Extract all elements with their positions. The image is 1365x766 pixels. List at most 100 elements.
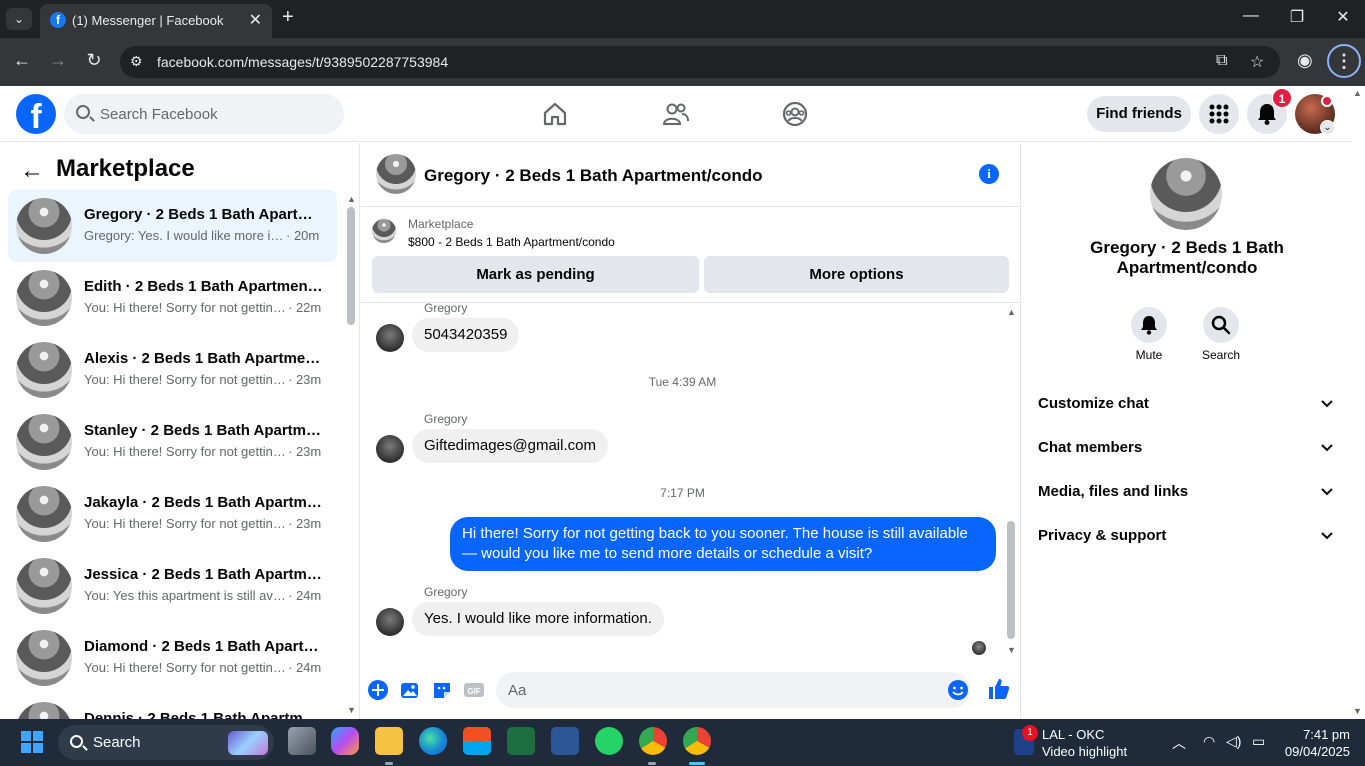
sender-name: Gregory: [424, 412, 468, 426]
listing-thumbnail: [372, 219, 396, 243]
home-icon[interactable]: [541, 100, 569, 128]
tab-close-icon[interactable]: ✕: [249, 10, 262, 30]
chrome-icon[interactable]: [639, 727, 667, 755]
clock-date[interactable]: 09/04/2025: [1280, 744, 1350, 759]
thumbs-up-icon[interactable]: [987, 677, 1011, 701]
listing-thumbnail: [16, 342, 72, 398]
facebook-search-input[interactable]: [100, 94, 330, 134]
scroll-up-icon[interactable]: ▲: [347, 194, 356, 204]
gif-icon[interactable]: GIF: [463, 679, 485, 701]
photo-icon[interactable]: [399, 679, 421, 701]
chat-list-item[interactable]: Gregory · 2 Beds 1 Bath Apartment/condo …: [8, 190, 337, 262]
bookmark-star-icon[interactable]: ☆: [1250, 52, 1264, 72]
facebook-search-box[interactable]: [64, 94, 344, 134]
chat-preview: You: Hi there! Sorry for not getting bac…: [84, 660, 286, 675]
section-label: Customize chat: [1038, 395, 1149, 412]
mute-button[interactable]: [1131, 307, 1167, 343]
browser-tab[interactable]: f (1) Messenger | Facebook ✕: [40, 4, 272, 38]
excel-icon[interactable]: [507, 727, 535, 755]
window-close-icon[interactable]: ✕: [1331, 7, 1355, 27]
taskbar-search[interactable]: Search: [58, 725, 274, 760]
page-scroll-down-icon[interactable]: ▼: [1353, 706, 1362, 716]
clock-time[interactable]: 7:41 pm: [1290, 727, 1350, 742]
chrome-profile-icon[interactable]: [683, 727, 711, 755]
sender-name: Gregory: [424, 301, 468, 315]
volume-icon[interactable]: ◁): [1226, 733, 1241, 750]
task-view-icon[interactable]: [288, 727, 316, 755]
incoming-message[interactable]: Giftedimages@gmail.com: [412, 429, 608, 463]
news-title[interactable]: LAL - OKC: [1042, 727, 1104, 742]
scroll-up-icon[interactable]: ▲: [1007, 307, 1016, 317]
emoji-icon[interactable]: [947, 679, 969, 701]
edge-icon[interactable]: [419, 727, 447, 755]
chevron-down-icon[interactable]: ⌄: [1320, 120, 1335, 135]
tab-search-button[interactable]: ⌄: [6, 8, 32, 30]
sticker-icon[interactable]: [431, 679, 453, 701]
word-icon[interactable]: [551, 727, 579, 755]
chevron-down-icon: [1321, 444, 1333, 452]
sender-avatar[interactable]: [376, 435, 404, 463]
chat-list-item[interactable]: Alexis · 2 Beds 1 Bath Apartment/condo Y…: [8, 334, 337, 406]
chat-time: · 24m: [288, 660, 322, 675]
conversation-scrollbar[interactable]: [1007, 521, 1015, 639]
chat-list-scrollbar[interactable]: [347, 207, 355, 325]
section-customize-chat[interactable]: Customize chat: [1038, 393, 1334, 417]
find-friends-button[interactable]: Find friends: [1087, 96, 1191, 132]
section-media-files-links[interactable]: Media, files and links: [1038, 481, 1334, 505]
browser-menu-icon[interactable]: ⋮: [1327, 44, 1361, 78]
install-app-icon[interactable]: ⧉: [1216, 52, 1227, 70]
back-arrow-icon[interactable]: ←: [20, 157, 44, 185]
incoming-message[interactable]: 5043420359: [412, 318, 520, 352]
address-bar[interactable]: ⚙ facebook.com/messages/t/93895022877539…: [120, 46, 1280, 78]
file-explorer-icon[interactable]: [375, 727, 403, 755]
friends-icon[interactable]: [662, 100, 690, 128]
info-icon[interactable]: i: [979, 164, 999, 184]
sender-avatar[interactable]: [376, 608, 404, 636]
page-scroll-up-icon[interactable]: ▲: [1353, 88, 1362, 98]
chevron-up-icon[interactable]: ︿: [1172, 733, 1186, 753]
wifi-icon[interactable]: ◠: [1203, 733, 1215, 750]
incoming-message[interactable]: Yes. I would like more information.: [412, 602, 664, 636]
outgoing-message[interactable]: Hi there! Sorry for not getting back to …: [450, 517, 996, 571]
message-input-box[interactable]: [496, 672, 970, 708]
chat-list-item[interactable]: Jessica · 2 Beds 1 Bath Apartment/condo …: [8, 550, 337, 622]
section-chat-members[interactable]: Chat members: [1038, 437, 1334, 461]
site-info-icon[interactable]: ⚙: [130, 53, 143, 70]
scroll-down-icon[interactable]: ▼: [347, 705, 356, 715]
scroll-down-icon[interactable]: ▼: [1007, 645, 1016, 655]
menu-grid-button[interactable]: [1199, 94, 1239, 134]
groups-icon[interactable]: [781, 100, 809, 128]
sender-avatar[interactable]: [376, 324, 404, 352]
chat-list-item[interactable]: Stanley · 2 Beds 1 Bath Apartment/condo …: [8, 406, 337, 478]
conversation-title[interactable]: Gregory · 2 Beds 1 Bath Apartment/condo: [424, 166, 762, 186]
facebook-logo-icon[interactable]: f: [16, 94, 56, 134]
news-subtitle[interactable]: Video highlight: [1042, 744, 1127, 759]
whatsapp-icon[interactable]: [595, 727, 623, 755]
message-input[interactable]: [508, 672, 928, 708]
section-privacy-support[interactable]: Privacy & support: [1038, 525, 1334, 549]
chat-list-item[interactable]: Diamond · 2 Beds 1 Bath Apartment/condo …: [8, 622, 337, 694]
browser-toolbar: ← → ↻ ⚙ facebook.com/messages/t/93895022…: [0, 38, 1365, 86]
back-icon[interactable]: ←: [10, 50, 34, 71]
plus-icon[interactable]: [367, 679, 389, 701]
store-icon[interactable]: [463, 727, 491, 755]
info-avatar[interactable]: [1150, 158, 1222, 230]
reload-icon[interactable]: ↻: [82, 50, 106, 71]
profile-icon[interactable]: ◉: [1297, 50, 1313, 71]
maximize-icon[interactable]: ❐: [1285, 7, 1309, 27]
chat-list-item[interactable]: Dennis · 2 Beds 1 Bath Apartment/condo: [8, 694, 337, 719]
chat-list-item[interactable]: Jakayla · 2 Beds 1 Bath Apartment/condo …: [8, 478, 337, 550]
listing-description[interactable]: $800 - 2 Beds 1 Bath Apartment/condo: [408, 235, 615, 249]
forward-icon[interactable]: →: [46, 50, 70, 71]
more-options-button[interactable]: More options: [704, 256, 1009, 293]
minimize-icon[interactable]: —: [1239, 7, 1263, 25]
search-chat-button[interactable]: [1203, 307, 1239, 343]
conversation-avatar[interactable]: [376, 154, 416, 194]
battery-icon[interactable]: ▭: [1252, 733, 1265, 750]
copilot-icon[interactable]: [331, 727, 359, 755]
chat-list-item[interactable]: Edith · 2 Beds 1 Bath Apartment/condo Yo…: [8, 262, 337, 334]
mark-pending-button[interactable]: Mark as pending: [372, 256, 699, 293]
windows-start-icon[interactable]: [21, 731, 43, 753]
info-title: Gregory · 2 Beds 1 Bath Apartment/condo: [1090, 238, 1284, 277]
new-tab-icon[interactable]: +: [282, 6, 294, 29]
